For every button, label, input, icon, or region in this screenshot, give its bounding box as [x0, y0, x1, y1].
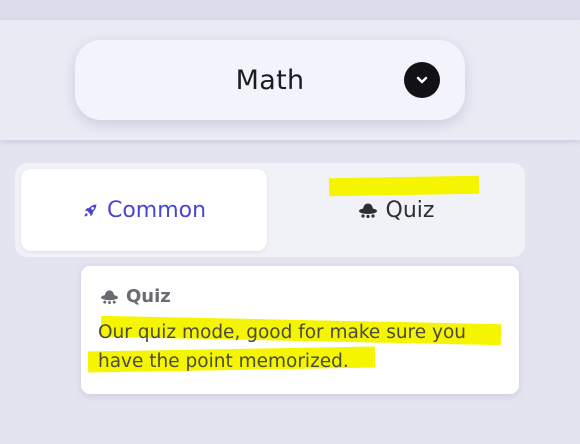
alien-ship-icon	[100, 289, 119, 304]
tab-common[interactable]: Common	[21, 169, 267, 251]
tooltip-title-text: Quiz	[126, 286, 171, 307]
rocket-icon	[82, 202, 99, 219]
tab-quiz-label: Quiz	[385, 197, 435, 223]
tooltip-title: Quiz	[100, 286, 171, 307]
mode-tabs: Common Quiz	[15, 163, 525, 257]
subject-selector-value: Math	[235, 64, 305, 96]
tab-quiz[interactable]: Quiz	[273, 169, 519, 251]
alien-ship-icon	[358, 202, 378, 218]
top-strip	[0, 0, 580, 20]
subject-selector[interactable]: Math	[75, 40, 465, 120]
chevron-down-icon[interactable]	[404, 62, 440, 98]
quiz-tooltip: Quiz Our quiz mode, good for make sure y…	[81, 266, 519, 394]
tab-common-label: Common	[106, 197, 207, 223]
tooltip-description: Our quiz mode, good for make sure you ha…	[98, 322, 467, 372]
